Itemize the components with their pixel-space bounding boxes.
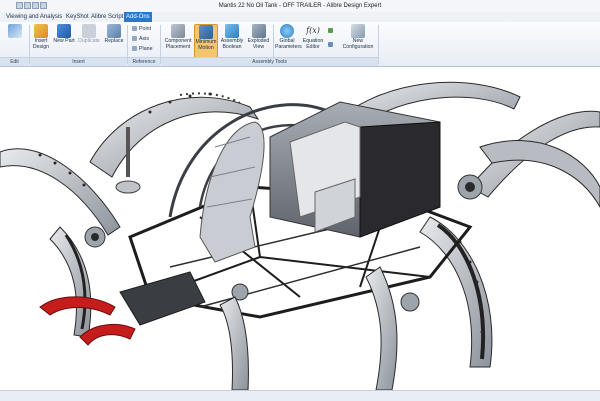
config-icon <box>328 42 333 48</box>
axis-button[interactable]: Axis <box>132 36 149 42</box>
menu-viewing-and-analysis[interactable]: Viewing and Analysis <box>4 12 64 22</box>
edit-tools[interactable] <box>2 24 28 58</box>
config-small-1[interactable] <box>328 28 335 34</box>
axis-icon <box>132 36 137 42</box>
assembly-boolean-button[interactable]: Assembly Boolean <box>219 24 245 58</box>
config-small-2[interactable] <box>328 42 335 48</box>
global-parameters-icon <box>280 24 294 38</box>
point-button[interactable]: Point <box>132 26 151 32</box>
status-bar <box>0 390 600 401</box>
ribbon: Insert Design New Part Duplicate Replace… <box>0 22 600 67</box>
duplicate-button[interactable]: Duplicate <box>76 24 102 58</box>
equation-editor-button[interactable]: f(x) Equation Editor <box>301 24 325 58</box>
replace-button[interactable]: Replace <box>103 24 125 58</box>
menu-alibre-script[interactable]: Alibre Script <box>89 12 125 22</box>
3d-viewport[interactable] <box>0 67 600 390</box>
assembly-boolean-icon <box>225 24 239 38</box>
component-placement-button[interactable]: Component Placement <box>163 24 193 58</box>
group-label-reference: Reference <box>128 57 160 66</box>
insert-design-button[interactable]: Insert Design <box>31 24 51 58</box>
seat <box>199 121 265 263</box>
window-title: Mantis 22 No Oil Tank - OFF TRAILER - Al… <box>218 3 382 9</box>
equation-editor-icon: f(x) <box>306 26 320 35</box>
menu-add-ons[interactable]: Add-Ons <box>124 12 152 22</box>
exploded-view-button[interactable]: Exploded View <box>246 24 271 58</box>
replace-icon <box>107 24 121 38</box>
new-configuration-icon <box>351 24 365 38</box>
group-label-insert: Insert <box>30 57 127 66</box>
minimum-motion-button[interactable]: Minimum Motion <box>194 24 218 58</box>
group-label-assembly-tools: Assembly Tools <box>161 57 378 66</box>
minimum-motion-icon <box>199 25 213 39</box>
plane-icon <box>132 46 137 52</box>
duplicate-icon <box>82 24 96 38</box>
config-icon <box>328 28 333 34</box>
plane-button[interactable]: Plane <box>132 46 153 52</box>
edit-icon <box>8 24 22 38</box>
left-foot-pad <box>115 180 141 194</box>
group-label-edit: Edit <box>0 57 29 66</box>
quick-access-toolbar[interactable] <box>2 0 62 12</box>
point-icon <box>132 26 137 32</box>
mantis-model[interactable] <box>0 67 600 390</box>
component-placement-icon <box>171 24 185 38</box>
exploded-view-icon <box>251 24 266 38</box>
new-part-icon <box>57 24 71 38</box>
front-leg <box>219 296 249 390</box>
global-parameters-button[interactable]: Global Parameters <box>275 24 302 58</box>
new-part-button[interactable]: New Part <box>53 24 75 58</box>
insert-design-icon <box>34 24 48 38</box>
title-bar: Mantis 22 No Oil Tank - OFF TRAILER - Al… <box>0 0 600 12</box>
new-configuration-button[interactable]: New Configuration <box>340 24 376 58</box>
separator <box>378 25 379 64</box>
menu-keyshot[interactable]: KeyShot <box>64 12 91 22</box>
